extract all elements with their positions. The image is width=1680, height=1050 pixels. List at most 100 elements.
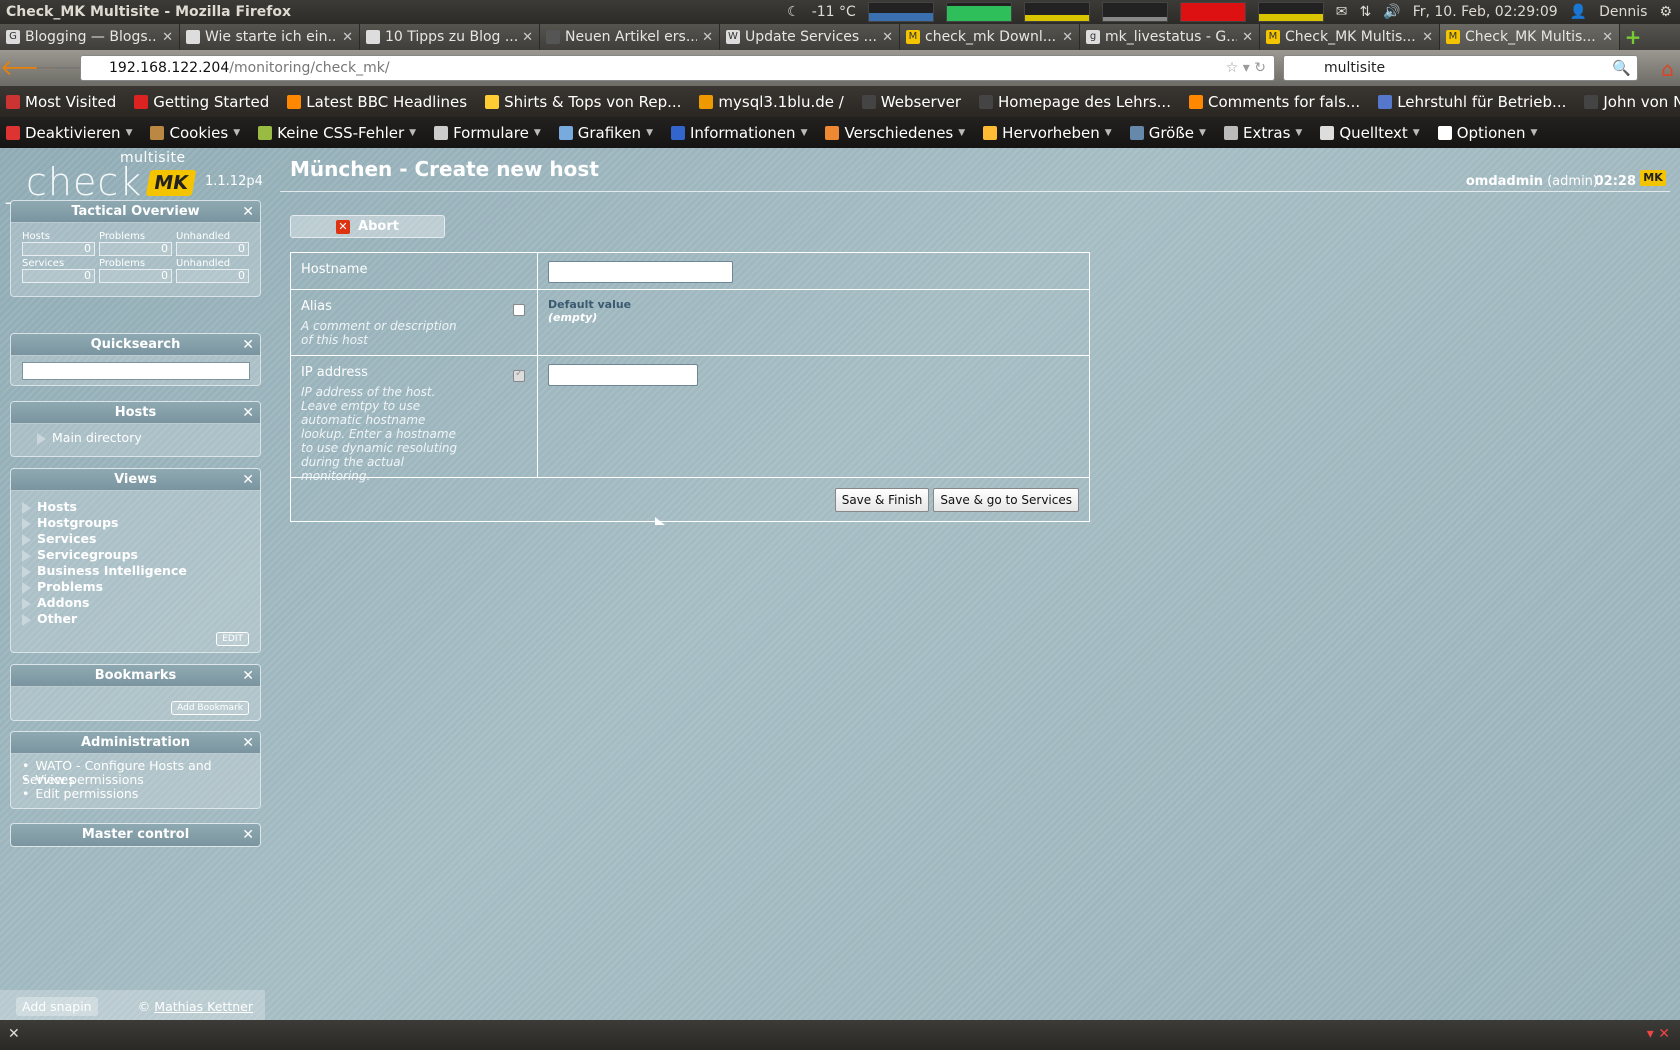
bookmark-item-1[interactable]: Getting Started <box>134 93 269 111</box>
view-folder-6[interactable]: Addons <box>22 595 249 611</box>
save-go-to-services-button[interactable]: Save & go to Services <box>933 488 1079 512</box>
bookmark-item-7[interactable]: Comments for fals... <box>1188 93 1360 111</box>
close-icon[interactable]: ✕ <box>1602 30 1613 45</box>
back-button[interactable]: 🡐 <box>0 55 59 81</box>
view-folder-3[interactable]: Servicegroups <box>22 547 249 563</box>
bookmark-item-6[interactable]: Homepage des Lehrs... <box>978 93 1171 111</box>
close-icon[interactable]: ✕ <box>1062 30 1073 45</box>
bookmark-item-4[interactable]: mysql3.1blu.de / <box>699 93 844 111</box>
forward-button[interactable]: 🡒 <box>34 55 93 81</box>
tab-6[interactable]: g mk_livestatus - G... ✕ <box>1080 24 1260 50</box>
save-finish-button[interactable]: Save & Finish <box>834 488 930 512</box>
mail-icon[interactable]: ✉ <box>1336 4 1348 20</box>
search-bar[interactable]: multisite 🔍 <box>1283 55 1638 81</box>
bookmark-star-icon[interactable]: ☆ ▾ ↻ <box>1226 60 1266 76</box>
tab-1[interactable]: Wie starte ich ein... ✕ <box>180 24 360 50</box>
webdev-item-8[interactable]: Größe ▼ <box>1129 124 1206 142</box>
view-permissions-link[interactable]: View permissions <box>22 773 249 787</box>
main-directory-link[interactable]: Main directory <box>52 430 142 445</box>
close-icon[interactable]: ✕ <box>162 30 173 45</box>
close-icon[interactable]: ✕ <box>242 469 254 491</box>
close-icon[interactable]: ✕ <box>242 334 254 356</box>
hosts-problems-count[interactable]: 0 <box>99 242 172 256</box>
bookmark-item-9[interactable]: John von Neumann un... <box>1584 93 1680 111</box>
load-graph <box>1179 2 1246 22</box>
webdev-item-2[interactable]: Keine CSS-Fehler ▼ <box>258 124 416 142</box>
views-edit-button[interactable]: EDIT <box>216 632 249 646</box>
tab-7[interactable]: M Check_MK Multis... ✕ <box>1260 24 1440 50</box>
close-icon[interactable]: ✕ <box>882 30 893 45</box>
webdev-item-11[interactable]: Optionen ▼ <box>1437 124 1537 142</box>
snapin-tactical-overview: Tactical Overview ✕ Hosts Problems Unhand… <box>10 200 261 297</box>
webdev-item-4[interactable]: Grafiken ▼ <box>558 124 653 142</box>
abort-button[interactable]: ✕ Abort <box>290 215 445 238</box>
tab-0[interactable]: G Blogging — Blogs... ✕ <box>0 24 180 50</box>
view-folder-7[interactable]: Other <box>22 611 249 627</box>
close-icon[interactable]: ✕ <box>242 402 254 424</box>
close-icon[interactable]: ✕ <box>1242 30 1253 45</box>
clock[interactable]: Fr, 10. Feb, 02:29:09 <box>1413 4 1558 20</box>
bookmark-item-2[interactable]: Latest BBC Headlines <box>287 93 467 111</box>
add-snapin-button[interactable]: Add snapin <box>16 997 98 1016</box>
home-icon[interactable]: ⌂ <box>1661 57 1674 81</box>
close-icon[interactable]: ✕ <box>1422 30 1433 45</box>
tab-3[interactable]: Neuen Artikel ers... ✕ <box>540 24 720 50</box>
services-problems-count[interactable]: 0 <box>99 269 172 283</box>
close-icon[interactable]: ✕ <box>702 30 713 45</box>
close-icon[interactable]: ✕ <box>522 30 533 45</box>
addon-icon[interactable]: ▾ ✕ <box>1647 1026 1670 1042</box>
weather-indicator[interactable]: -11 °C <box>812 4 856 20</box>
webdev-item-0[interactable]: Deaktivieren ▼ <box>6 124 132 142</box>
close-icon[interactable]: ✕ <box>242 201 254 223</box>
url-bar[interactable]: 192.168.122.204/monitoring/check_mk/ ☆ ▾… <box>80 55 1275 81</box>
alias-checkbox[interactable] <box>513 304 525 316</box>
view-folder-0[interactable]: Hosts <box>22 499 249 515</box>
view-folder-2[interactable]: Services <box>22 531 249 547</box>
ip-address-checkbox[interactable] <box>513 368 525 382</box>
edit-permissions-link[interactable]: Edit permissions <box>22 787 249 801</box>
network-icon[interactable]: ⇅ <box>1360 4 1372 20</box>
ip-address-input[interactable] <box>548 364 698 386</box>
volume-icon[interactable]: 🔊 <box>1383 4 1400 20</box>
close-icon[interactable]: ✕ <box>8 1026 20 1042</box>
webdev-item-9[interactable]: Extras ▼ <box>1223 124 1302 142</box>
tab-8-active[interactable]: M Check_MK Multis... ✕ <box>1440 24 1620 50</box>
checkmk-logo[interactable]: multisite _check_ MK 1.1.12p4 <box>0 148 265 204</box>
services-count[interactable]: 0 <box>22 269 95 283</box>
new-tab-button[interactable]: + <box>1620 24 1646 50</box>
hosts-count[interactable]: 0 <box>22 242 95 256</box>
webdev-item-5[interactable]: Informationen ▼ <box>670 124 807 142</box>
close-icon[interactable]: ✕ <box>242 665 254 687</box>
triangle-right-icon <box>22 501 31 514</box>
hostname-input[interactable] <box>548 261 733 283</box>
hosts-unhandled-count[interactable]: 0 <box>176 242 249 256</box>
webdev-item-7[interactable]: Hervorheben ▼ <box>983 124 1112 142</box>
webdev-item-6[interactable]: Verschiedenes ▼ <box>825 124 965 142</box>
session-user[interactable]: Dennis <box>1599 4 1647 20</box>
webdev-item-3[interactable]: Formulare ▼ <box>434 124 541 142</box>
bookmark-item-0[interactable]: Most Visited <box>6 93 116 111</box>
close-icon[interactable]: ✕ <box>342 30 353 45</box>
author-link[interactable]: Mathias Kettner <box>154 999 253 1014</box>
close-icon[interactable]: ✕ <box>242 732 254 754</box>
bookmark-item-3[interactable]: Shirts & Tops von Rep... <box>485 93 681 111</box>
wato-link[interactable]: WATO - Configure Hosts and Services <box>22 759 249 787</box>
webdev-item-10[interactable]: Quelltext ▼ <box>1320 124 1420 142</box>
bookmark-icon <box>1188 94 1203 109</box>
webdev-icon <box>434 125 449 140</box>
tab-2[interactable]: 10 Tipps zu Blog ... ✕ <box>360 24 540 50</box>
view-folder-4[interactable]: Business Intelligence <box>22 563 249 579</box>
tab-4[interactable]: W Update Services ... ✕ <box>720 24 900 50</box>
gear-icon[interactable]: ⚙ <box>1659 4 1672 20</box>
tab-5[interactable]: Mcheck_mk Downl... ✕ <box>900 24 1080 50</box>
quicksearch-input[interactable] <box>22 362 250 380</box>
bookmark-item-5[interactable]: Webserver <box>861 93 961 111</box>
view-folder-5[interactable]: Problems <box>22 579 249 595</box>
services-unhandled-count[interactable]: 0 <box>176 269 249 283</box>
webdev-item-1[interactable]: Cookies ▼ <box>150 124 240 142</box>
view-folder-1[interactable]: Hostgroups <box>22 515 249 531</box>
bookmark-item-8[interactable]: Lehrstuhl für Betrieb... <box>1378 93 1566 111</box>
close-icon[interactable]: ✕ <box>242 824 254 846</box>
add-bookmark-button[interactable]: Add Bookmark <box>171 701 249 715</box>
search-icon[interactable]: 🔍 <box>1612 59 1631 77</box>
